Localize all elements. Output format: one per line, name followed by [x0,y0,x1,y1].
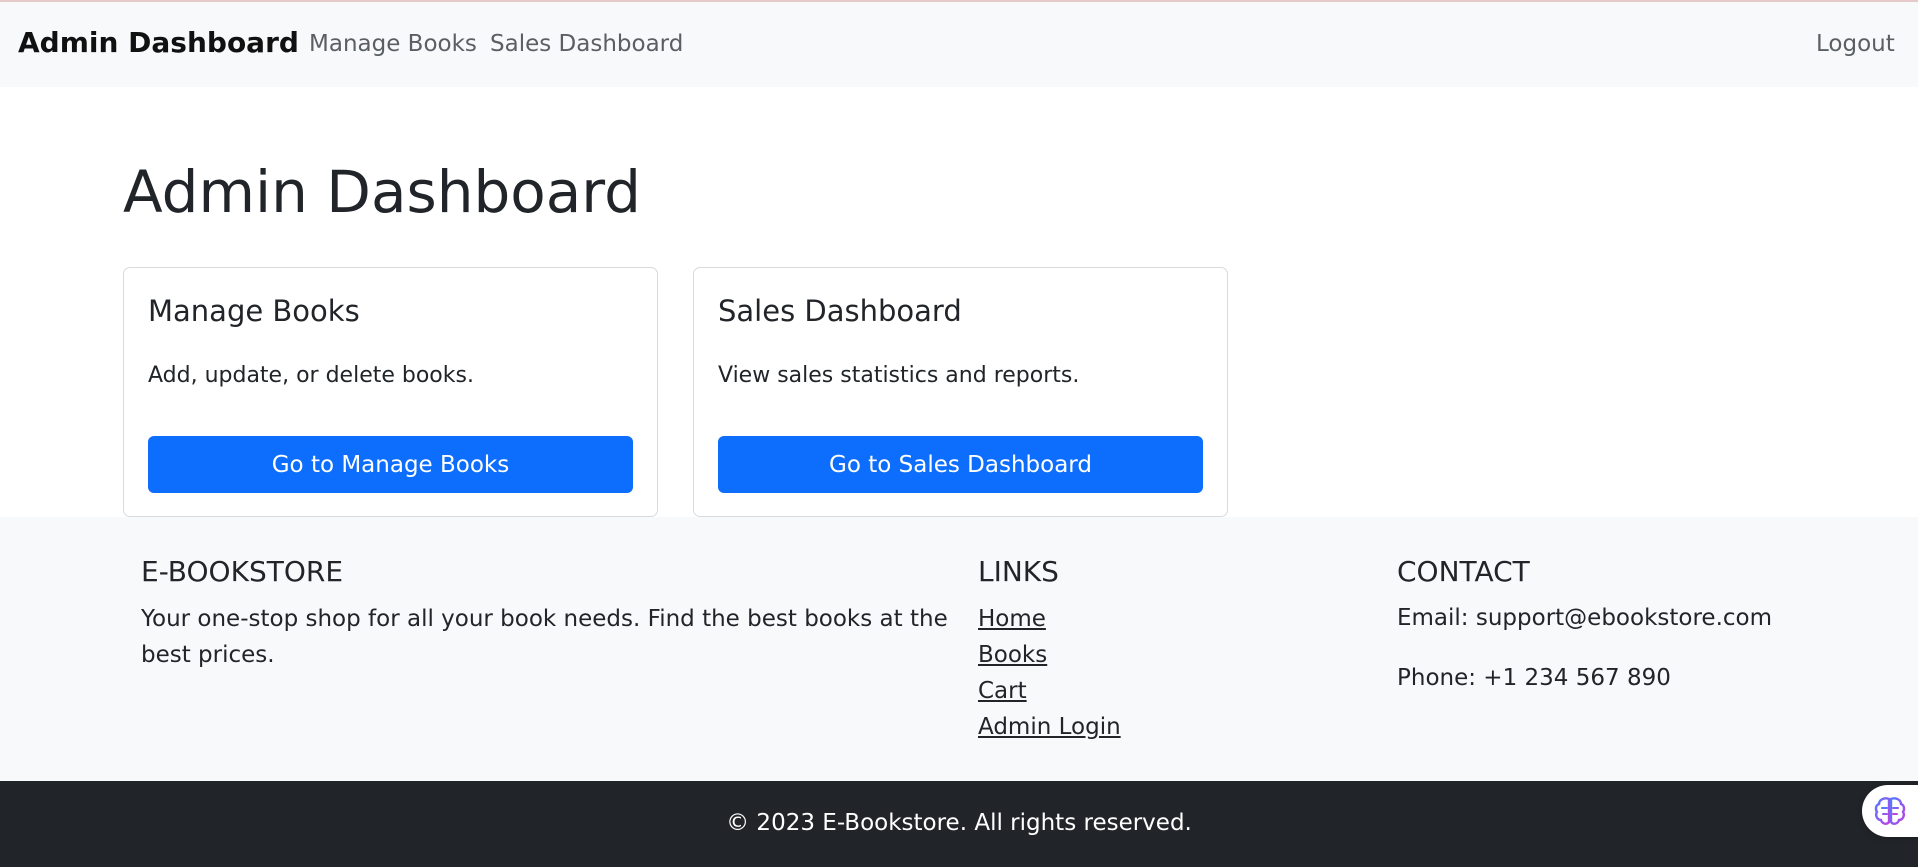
list-item: Books [978,637,1121,673]
navbar-brand[interactable]: Admin Dashboard [18,26,299,59]
footer-about-text: Your one-stop shop for all your book nee… [141,606,948,668]
footer-contact-heading: CONTACT [1397,555,1530,588]
footer-link-cart[interactable]: Cart [978,678,1027,704]
nav-link-sales-dashboard[interactable]: Sales Dashboard [490,31,683,57]
assistant-widget-button[interactable] [1862,785,1918,837]
card-text: Add, update, or delete books. [148,363,474,388]
logout-link[interactable]: Logout [1816,31,1895,57]
sales-dashboard-card: Sales Dashboard View sales statistics an… [693,267,1228,517]
footer-link-home[interactable]: Home [978,606,1046,632]
contact-phone: Phone: +1 234 567 890 [1397,665,1671,691]
brain-icon [1874,797,1906,825]
footer-links-list: Home Books Cart Admin Login [978,601,1121,745]
list-item: Admin Login [978,709,1121,745]
go-to-manage-books-button[interactable]: Go to Manage Books [148,436,633,493]
card-title: Sales Dashboard [718,294,962,328]
contact-email: Email: support@ebookstore.com [1397,605,1772,631]
nav-link-manage-books[interactable]: Manage Books [309,31,477,57]
copyright-bar: © 2023 E-Bookstore. All rights reserved. [0,781,1918,867]
footer-link-books[interactable]: Books [978,642,1047,668]
manage-books-card: Manage Books Add, update, or delete book… [123,267,658,517]
card-title: Manage Books [148,294,360,328]
go-to-sales-dashboard-button[interactable]: Go to Sales Dashboard [718,436,1203,493]
navbar: Admin Dashboard Manage Books Sales Dashb… [0,2,1918,87]
copyright-text: © 2023 E-Bookstore. All rights reserved. [726,810,1192,836]
footer: E-BOOKSTORE Your one-stop shop for all y… [0,517,1918,781]
page-title: Admin Dashboard [123,158,641,226]
footer-link-admin-login[interactable]: Admin Login [978,714,1121,740]
footer-links-heading: LINKS [978,555,1059,588]
card-text: View sales statistics and reports. [718,363,1080,388]
footer-about-heading: E-BOOKSTORE [141,555,344,588]
list-item: Home [978,601,1121,637]
list-item: Cart [978,673,1121,709]
